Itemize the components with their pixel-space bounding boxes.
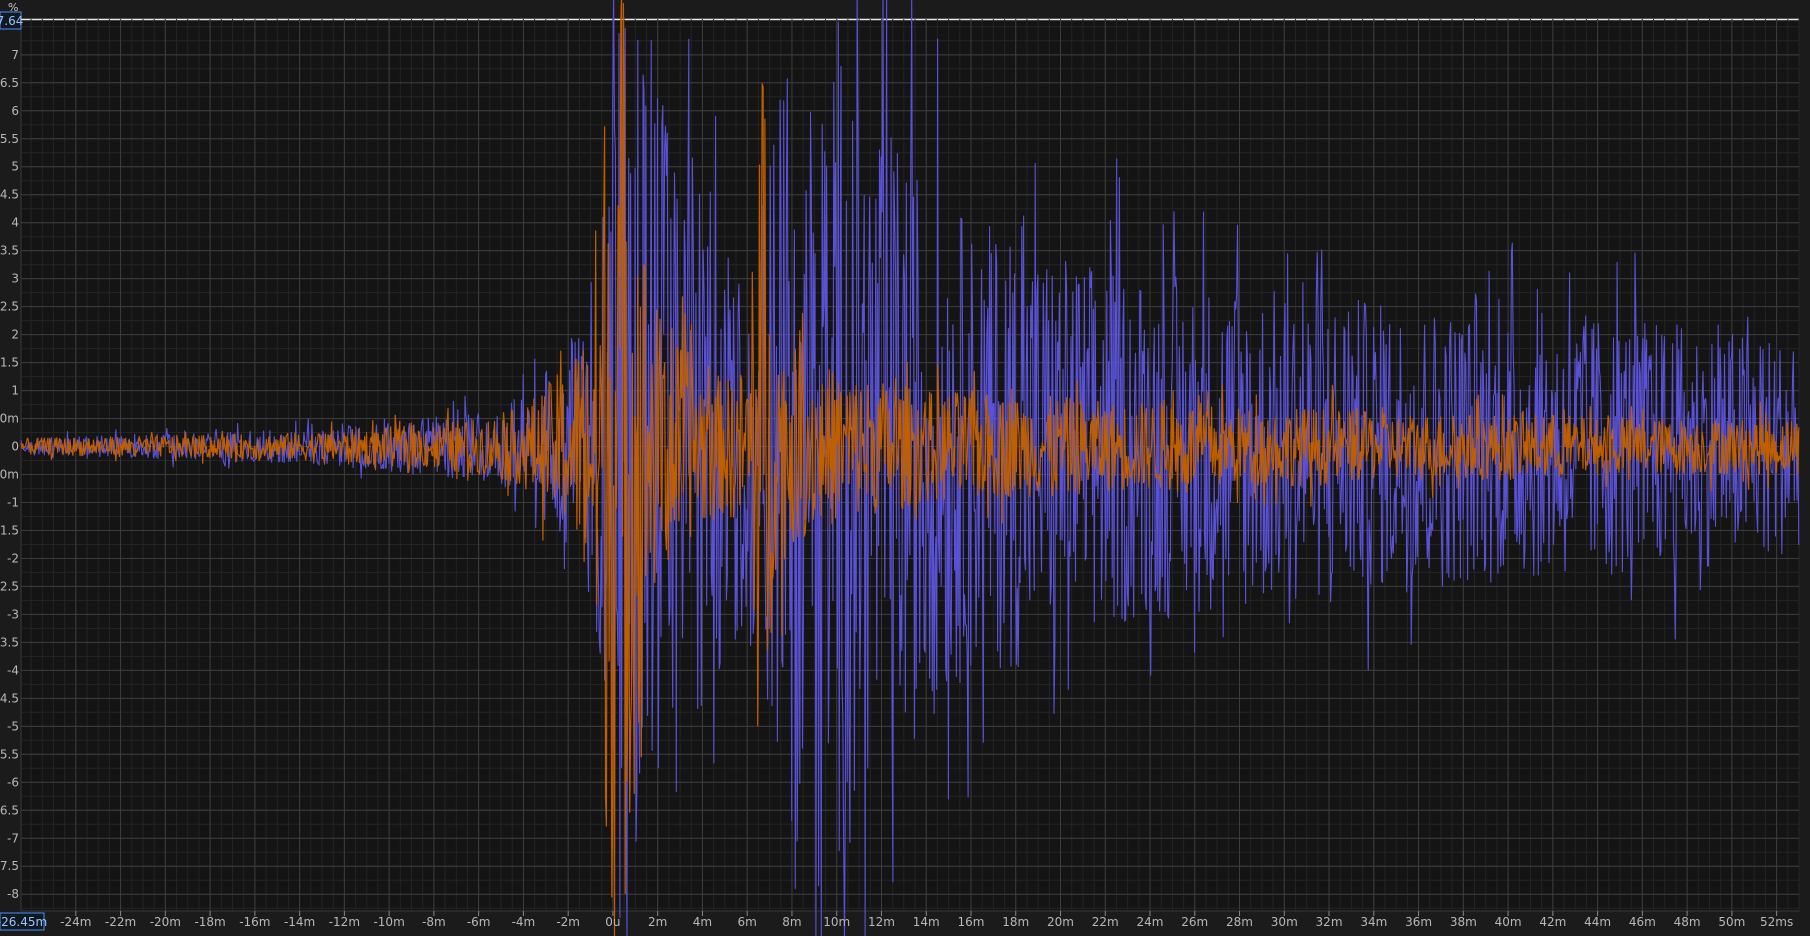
x-tick-label: 38m <box>1450 915 1477 929</box>
y-tick-label: 5 <box>11 160 19 174</box>
x-tick-label: 20m <box>1047 915 1074 929</box>
y-tick-label: 2.5 <box>0 300 19 314</box>
y-tick-label: -4.5 <box>0 691 19 705</box>
x-tick-label: 14m <box>913 915 940 929</box>
y-tick-label: -7 <box>7 831 19 845</box>
x-tick-label: -4m <box>512 915 536 929</box>
y-tick-label: 0 <box>11 440 19 454</box>
x-tick-label: -22m <box>105 915 136 929</box>
x-tick-label: -2m <box>556 915 580 929</box>
y-tick-label: -8 <box>7 887 19 901</box>
x-tick-label: 2m <box>648 915 667 929</box>
x-tick-label: 50m <box>1718 915 1745 929</box>
x-tick-label: 46m <box>1629 915 1656 929</box>
x-tick-label: 16m <box>957 915 984 929</box>
y-tick-label: 6.5 <box>0 76 19 90</box>
y-tick-label: 3 <box>11 272 19 286</box>
x-tick-label: 6m <box>738 915 757 929</box>
x-tick-label: -12m <box>329 915 360 929</box>
y-tick-label: 500m <box>0 412 19 426</box>
x-tick-label: 26m <box>1181 915 1208 929</box>
y-tick-label: -6 <box>7 775 19 789</box>
y-tick-label: 7 <box>11 48 19 62</box>
x-tick-label: 52ms <box>1760 915 1793 929</box>
x-tick-label: 36m <box>1405 915 1432 929</box>
x-tick-label: -10m <box>373 915 404 929</box>
x-tick-label: 44m <box>1584 915 1611 929</box>
x-tick-label: 48m <box>1674 915 1701 929</box>
x-tick-label: 24m <box>1137 915 1164 929</box>
x-tick-label: 34m <box>1360 915 1387 929</box>
y-tick-label: -1 <box>7 495 19 509</box>
x-tick-label: 0u <box>605 915 620 929</box>
y-tick-label: -3.5 <box>0 635 19 649</box>
x-tick-label: -8m <box>422 915 446 929</box>
y-tick-label: -3 <box>7 607 19 621</box>
x-tick-label: 12m <box>868 915 895 929</box>
y-tick-label: -6.5 <box>0 803 19 817</box>
x-tick-label: -14m <box>284 915 315 929</box>
y-top-readout-label: 7.64 <box>0 14 23 28</box>
y-tick-label: -5 <box>7 719 19 733</box>
x-tick-label: 40m <box>1495 915 1522 929</box>
x-tick-label: 28m <box>1226 915 1253 929</box>
y-tick-label: 4.5 <box>0 188 19 202</box>
y-tick-label: -4 <box>7 663 19 677</box>
y-tick-label: 5.5 <box>0 132 19 146</box>
y-tick-label: -7.5 <box>0 859 19 873</box>
y-top-readout[interactable]: 7.64 <box>0 11 23 30</box>
y-tick-label: 1 <box>11 384 19 398</box>
x-left-readout-label: -26.45m <box>0 915 47 929</box>
y-tick-label: 4 <box>11 216 19 230</box>
y-tick-label: -5.5 <box>0 747 19 761</box>
x-tick-label: 30m <box>1271 915 1298 929</box>
y-tick-label: -2.5 <box>0 579 19 593</box>
x-tick-label: 8m <box>782 915 801 929</box>
y-tick-label: 3.5 <box>0 244 19 258</box>
x-tick-label: 42m <box>1539 915 1566 929</box>
x-tick-label: -6m <box>467 915 491 929</box>
x-tick-label: -18m <box>194 915 225 929</box>
x-tick-label: -20m <box>150 915 181 929</box>
x-left-readout[interactable]: -26.45m <box>0 912 47 931</box>
x-tick-label: -16m <box>239 915 270 929</box>
x-tick-label: 18m <box>1002 915 1029 929</box>
x-tick-label: 22m <box>1092 915 1119 929</box>
y-tick-label: 1.5 <box>0 356 19 370</box>
y-tick-label: -500m <box>0 468 19 482</box>
x-tick-label: 10m <box>823 915 850 929</box>
y-tick-label: -2 <box>7 551 19 565</box>
y-tick-label: 2 <box>11 328 19 342</box>
impulse-response-plot[interactable]: 7 6.5 6 5.5 5 4.5 4 3.5 3 2.5 2 1.5 1 500m 0 -500m -1 -1.… <box>0 0 1810 936</box>
y-tick-label: 6 <box>11 104 19 118</box>
x-tick-label: 32m <box>1316 915 1343 929</box>
x-tick-label: 4m <box>693 915 712 929</box>
x-tick-label: -24m <box>60 915 91 929</box>
y-tick-label: -1.5 <box>0 523 19 537</box>
